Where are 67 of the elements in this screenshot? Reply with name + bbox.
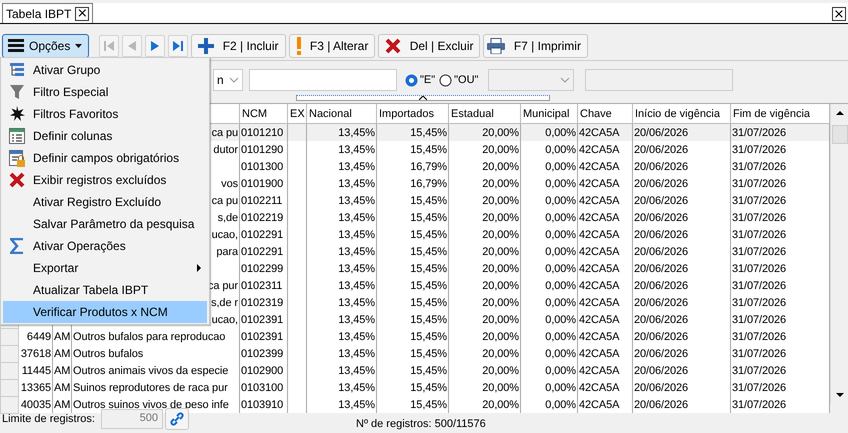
- submenu-arrow-icon: [197, 264, 201, 272]
- table-cell: 40035: [18, 396, 52, 413]
- menu-icon: [8, 39, 24, 52]
- close-button[interactable]: ×: [75, 6, 90, 20]
- table-cell: 0,00%: [520, 396, 578, 413]
- limit-field[interactable]: 500: [100, 409, 163, 429]
- funnel-icon: [9, 84, 25, 100]
- nav-button[interactable]: [168, 34, 188, 56]
- last-record-icon: [173, 40, 184, 50]
- table-icon: [9, 128, 25, 144]
- toolbar-button[interactable]: F3 | Alterar: [288, 34, 376, 58]
- column-header[interactable]: Fim de vigência: [730, 104, 830, 124]
- menu-item[interactable]: Filtros Favoritos: [3, 103, 207, 125]
- caret-up-icon: [419, 96, 427, 100]
- field-dropdown[interactable]: n: [213, 69, 243, 91]
- tree-icon: [9, 62, 25, 78]
- first-record-icon: [104, 40, 114, 50]
- delete-icon: [9, 172, 25, 188]
- menu-item[interactable]: Verificar Produtos x NCM: [3, 301, 207, 323]
- splitter-handle[interactable]: [296, 95, 550, 101]
- nav-button[interactable]: [145, 34, 166, 56]
- plus-icon: [198, 38, 214, 54]
- column-header[interactable]: Chave: [578, 104, 632, 124]
- table-cell: 0103910: [240, 396, 288, 413]
- column-header[interactable]: Estadual: [448, 104, 520, 124]
- tab-title: Tabela IBPT: [6, 6, 72, 20]
- printer-icon: [487, 38, 506, 54]
- table-cell: 15,45%: [376, 396, 448, 413]
- table-cell: 42CA5A: [578, 396, 632, 413]
- sigma-icon: [10, 238, 24, 254]
- link-button[interactable]: [164, 408, 189, 430]
- toolbar-button[interactable]: Del | Excluir: [378, 34, 480, 58]
- previous-icon: [128, 40, 136, 50]
- column-header[interactable]: Importados: [376, 104, 448, 124]
- chevron-down-icon: [229, 77, 239, 83]
- radio-option[interactable]: "OU": [439, 74, 478, 86]
- table-lock-icon: [9, 150, 25, 166]
- star-icon: [9, 106, 25, 122]
- exclamation-icon: [296, 36, 302, 54]
- column-header[interactable]: Municipal: [520, 104, 578, 124]
- record-count: Nº de registros: 500/11576: [356, 418, 486, 430]
- chevron-down-icon: [560, 77, 570, 83]
- close-button[interactable]: ×: [832, 7, 846, 21]
- column-header[interactable]: EX: [288, 104, 306, 124]
- toolbar-button[interactable]: F7 | Imprimir: [483, 34, 588, 58]
- menu-item[interactable]: Filtro Especial: [3, 81, 207, 103]
- next-icon: [151, 40, 160, 50]
- menu-item[interactable]: Exportar: [3, 257, 207, 279]
- scrollbar-thumb[interactable]: [832, 125, 848, 144]
- column-header[interactable]: Início de vigência: [632, 104, 730, 124]
- toolbar-button[interactable]: F2 | Incluir: [191, 34, 286, 58]
- options-button[interactable]: Opções: [2, 34, 90, 58]
- table-cell: AM: [52, 396, 72, 413]
- delete-icon: [385, 38, 402, 54]
- search-field[interactable]: [249, 69, 397, 91]
- column-header[interactable]: Nacional: [306, 104, 376, 124]
- table-cell: 13,45%: [306, 396, 376, 413]
- radio-option[interactable]: "E": [405, 74, 436, 86]
- caret-icon: [75, 44, 82, 48]
- link-icon: [168, 411, 185, 427]
- column-header[interactable]: NCM: [240, 104, 288, 124]
- value-field[interactable]: [585, 69, 734, 91]
- limit-label: Limite de registros:: [2, 413, 95, 425]
- tab[interactable]: Tabela IBPT ×: [2, 3, 94, 23]
- table-cell: 20/06/2026: [632, 396, 730, 413]
- menu-item[interactable]: Ativar Grupo: [3, 59, 207, 81]
- table-cell: 20,00%: [448, 396, 520, 413]
